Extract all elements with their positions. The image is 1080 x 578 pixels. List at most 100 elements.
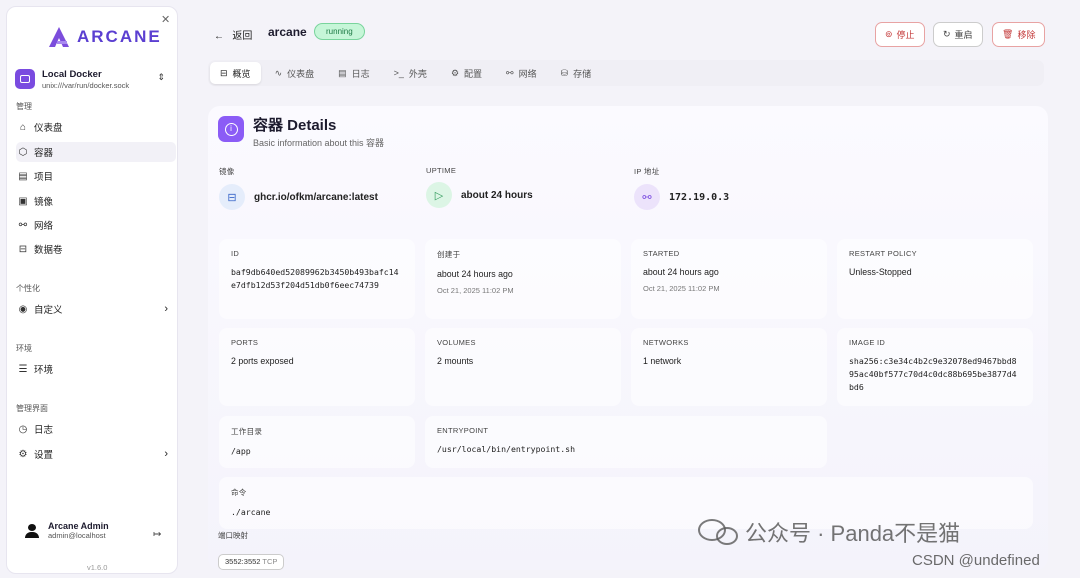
- port-protocol: TCP: [262, 557, 278, 566]
- sidebar-item-dashboard[interactable]: ⌂ 仪表盘: [16, 117, 176, 137]
- ports-label: PORTS: [231, 338, 259, 347]
- sidebar-item-containers[interactable]: ⬡ 容器: [16, 142, 176, 162]
- chevron-updown-icon: ⇕: [157, 72, 165, 82]
- image-value: ghcr.io/ofkm/arcane:latest: [254, 191, 378, 203]
- command-label: 命令: [231, 488, 247, 497]
- tab-label: 网络: [518, 68, 537, 79]
- sidebar-item-label: 设置: [34, 450, 54, 461]
- volumes-box: VOLUMES 2 mounts: [425, 328, 621, 406]
- chevron-right-icon: ›: [164, 448, 168, 460]
- sidebar-item-label: 仪表盘: [34, 123, 63, 134]
- sidebar-item-label: 镜像: [34, 197, 54, 208]
- sidebar-item-customize[interactable]: ◉ 自定义 ›: [16, 299, 176, 319]
- networks-value: 1 network: [643, 356, 682, 366]
- section-manage: 管理: [16, 102, 32, 111]
- restart-button[interactable]: ↻ 重启: [933, 22, 983, 47]
- chevron-right-icon: ›: [164, 303, 168, 315]
- started-box: STARTED about 24 hours ago Oct 21, 2025 …: [631, 239, 827, 319]
- user-profile[interactable]: Arcane Admin admin@localhost: [25, 521, 109, 540]
- tab-config[interactable]: ⚙ 配置: [441, 62, 492, 84]
- sidebar-item-label: 数据卷: [34, 245, 63, 256]
- sidebar-item-label: 日志: [34, 425, 54, 436]
- networks-label: NETWORKS: [643, 338, 689, 347]
- entrypoint-label: ENTRYPOINT: [437, 426, 489, 435]
- file-icon: ▤: [338, 67, 347, 78]
- card-subtitle: Basic information about this 容器: [253, 138, 385, 148]
- stop-button[interactable]: ⊚ 停止: [875, 22, 925, 47]
- wechat-watermark: 公众号 · Panda不是猫: [698, 516, 960, 548]
- tab-network[interactable]: ⚯ 网络: [496, 62, 547, 84]
- tab-logs[interactable]: ▤ 日志: [328, 62, 380, 84]
- tab-storage[interactable]: ⛁ 存储: [551, 62, 602, 84]
- logo[interactable]: ARCANE: [47, 25, 162, 49]
- uptime-info: UPTIME ▷ about 24 hours: [426, 166, 533, 208]
- brand-name: ARCANE: [77, 27, 162, 46]
- stop-icon: ⊚: [885, 29, 893, 39]
- version: v1.6.0: [87, 563, 108, 572]
- remove-label: 移除: [1017, 30, 1036, 40]
- port-value: 3552:3552: [225, 557, 261, 566]
- back-button[interactable]: ← 返回: [214, 27, 252, 42]
- container-name: arcane: [268, 25, 307, 39]
- sidebar-item-label: 容器: [34, 148, 54, 159]
- volumes-value: 2 mounts: [437, 356, 474, 366]
- section-admin: 管理界面: [16, 404, 48, 413]
- sidebar-item-label: 环境: [34, 365, 54, 376]
- logout-icon[interactable]: ↦: [153, 529, 161, 540]
- tab-label: 概览: [232, 68, 251, 79]
- main-content: ← 返回 arcane running ⊚ 停止 ↻ 重启 🗑 移除 ⊟ 概览 ∿ 仪表盘…: [198, 10, 1068, 570]
- sidebar-item-settings[interactable]: ⚙ 设置 ›: [16, 444, 176, 464]
- stop-label: 停止: [896, 30, 915, 40]
- box-icon: ⬡: [18, 146, 28, 158]
- sidebar: ARCANE ✕ Local Docker unix:///var/run/do…: [6, 6, 178, 574]
- ip-label: IP 地址: [634, 167, 660, 176]
- tab-overview[interactable]: ⊟ 概览: [210, 62, 261, 84]
- port-mapping-label: 端口映射: [218, 531, 248, 540]
- database-icon: ⛁: [560, 67, 569, 78]
- created-label: 创建于: [437, 250, 461, 259]
- network-icon: ⚯: [18, 219, 28, 231]
- server-icon: [15, 69, 35, 89]
- sidebar-item-networks[interactable]: ⚯ 网络: [16, 215, 176, 235]
- user-name: Arcane Admin: [48, 521, 109, 531]
- id-box: ID baf9db640ed52089962b3450b493bafc14e7d…: [219, 239, 415, 319]
- started-label: STARTED: [643, 249, 680, 258]
- card-title: 容器 Details: [253, 117, 337, 134]
- details-card: i 容器 Details Basic information about thi…: [208, 106, 1048, 570]
- env-socket: unix:///var/run/docker.sock: [42, 80, 130, 90]
- play-icon: ▷: [426, 182, 452, 208]
- sidebar-item-projects[interactable]: ▤ 项目: [16, 166, 176, 186]
- image-id-box: IMAGE ID sha256:c3e34c4b2c9e32078ed9467b…: [837, 328, 1033, 406]
- image-label: 镜像: [219, 167, 235, 176]
- sidebar-item-logs[interactable]: ◷ 日志: [16, 419, 176, 439]
- sidebar-item-images[interactable]: ▣ 镜像: [16, 191, 176, 211]
- env-name: Local Docker: [42, 68, 102, 80]
- avatar: [25, 523, 39, 538]
- drive-icon: ⊟: [18, 243, 28, 255]
- section-environment: 环境: [16, 344, 32, 353]
- sidebar-item-volumes[interactable]: ⊟ 数据卷: [16, 239, 176, 259]
- remove-button[interactable]: 🗑 移除: [992, 22, 1046, 47]
- tab-shell[interactable]: >_ 外壳: [384, 62, 437, 84]
- section-personalize: 个性化: [16, 284, 40, 293]
- sidebar-item-environment[interactable]: ☰ 环境: [16, 359, 176, 379]
- created-box: 创建于 about 24 hours ago Oct 21, 2025 11:0…: [425, 239, 621, 319]
- started-timestamp: Oct 21, 2025 11:02 PM: [643, 284, 720, 293]
- restart-policy-box: RESTART POLICY Unless-Stopped: [837, 239, 1033, 319]
- gear-icon: ⚙: [450, 67, 460, 78]
- ports-box: PORTS 2 ports exposed: [219, 328, 415, 406]
- tab-label: 仪表盘: [287, 68, 315, 79]
- clock-icon: ◷: [18, 423, 28, 435]
- activity-icon: ∿: [274, 67, 283, 78]
- environment-switcher[interactable]: Local Docker unix:///var/run/docker.sock…: [15, 65, 173, 93]
- pin-icon[interactable]: ✕: [161, 13, 170, 26]
- entrypoint-box: ENTRYPOINT /usr/local/bin/entrypoint.sh: [425, 416, 827, 468]
- image-info: 镜像 ⊟ ghcr.io/ofkm/arcane:latest: [219, 166, 378, 210]
- sidebar-item-label: 自定义: [34, 305, 63, 316]
- tab-stats[interactable]: ∿ 仪表盘: [265, 62, 325, 84]
- wechat-icon: [698, 519, 740, 545]
- created-timestamp: Oct 21, 2025 11:02 PM: [437, 286, 514, 295]
- info-icon: i: [218, 116, 244, 142]
- home-icon: ⌂: [19, 121, 27, 133]
- networks-box: NETWORKS 1 network: [631, 328, 827, 406]
